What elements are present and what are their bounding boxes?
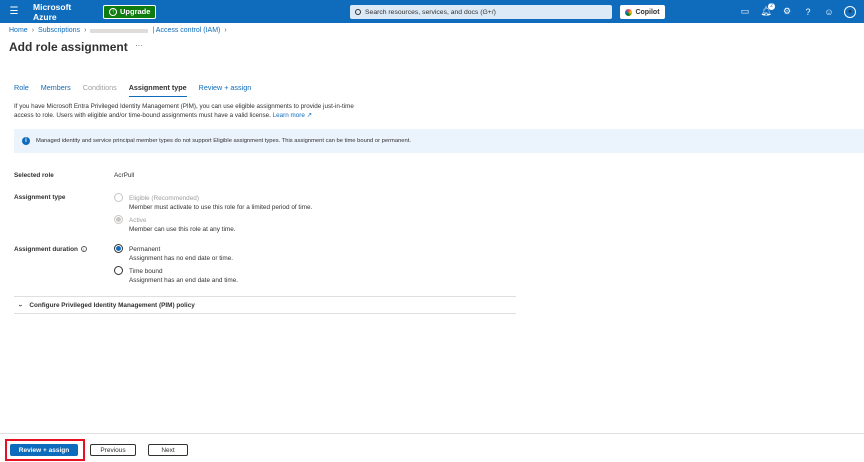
radio-permanent[interactable]	[114, 244, 123, 253]
review-assign-button[interactable]: Review + assign	[10, 444, 78, 456]
assignment-duration-label: Assignment duration i	[14, 246, 87, 253]
option-eligible-desc: Member must activate to use this role fo…	[129, 204, 313, 211]
brand-title[interactable]: Microsoft Azure	[33, 2, 95, 22]
search-input[interactable]: Search resources, services, and docs (G+…	[350, 5, 612, 19]
breadcrumb-home[interactable]: Home	[9, 27, 28, 34]
option-active-title: Active	[129, 217, 147, 224]
tab-review-assign[interactable]: Review + assign	[199, 83, 252, 97]
upgrade-label: Upgrade	[120, 7, 151, 16]
breadcrumb-separator: ›	[84, 27, 87, 34]
radio-active	[114, 215, 123, 224]
option-permanent[interactable]: Permanent Assignment has no end date or …	[114, 244, 234, 263]
breadcrumb: Home › Subscriptions › | Access control …	[9, 27, 227, 34]
help-icon[interactable]: ?	[802, 6, 814, 18]
breadcrumb-subscriptions[interactable]: Subscriptions	[38, 27, 80, 34]
previous-button[interactable]: Previous	[90, 444, 136, 456]
search-placeholder: Search resources, services, and docs (G+…	[365, 8, 496, 16]
option-eligible: Eligible (Recommended) Member must activ…	[114, 193, 313, 212]
copilot-label: Copilot	[635, 8, 660, 16]
info-circle-icon[interactable]: i	[80, 246, 87, 253]
search-icon	[355, 9, 361, 15]
tab-role[interactable]: Role	[14, 83, 29, 97]
more-options-icon[interactable]: ···	[135, 41, 143, 50]
breadcrumb-iam[interactable]: | Access control (IAM)	[152, 27, 220, 34]
info-banner: i Managed identity and service principal…	[14, 129, 864, 153]
menu-icon[interactable]: ☰	[3, 6, 25, 17]
selected-role-label: Selected role	[14, 172, 54, 179]
tab-members[interactable]: Members	[41, 83, 71, 97]
feedback-icon[interactable]: ☺	[823, 6, 835, 18]
intro-text: If you have Microsoft Entra Privileged I…	[14, 102, 359, 120]
pim-policy-section[interactable]: › Configure Privileged Identity Manageme…	[14, 296, 516, 314]
option-time-bound[interactable]: Time bound Assignment has an end date an…	[114, 266, 239, 285]
breadcrumb-separator: ›	[224, 27, 227, 34]
pim-policy-label: Configure Privileged Identity Management…	[29, 301, 195, 309]
top-icons: ▭ 🔔︎ 2 ⚙ ? ☺ ●	[739, 0, 856, 23]
notification-badge: 2	[768, 2, 775, 10]
next-button[interactable]: Next	[148, 444, 188, 456]
assignment-type-label: Assignment type	[14, 194, 66, 201]
page-title: Add role assignment	[9, 40, 128, 54]
gear-icon[interactable]: ⚙	[781, 6, 793, 18]
option-permanent-desc: Assignment has no end date or time.	[129, 255, 234, 262]
copilot-icon	[625, 8, 633, 16]
cloud-shell-icon[interactable]: ▭	[739, 6, 751, 18]
chevron-down-icon: ›	[16, 303, 24, 307]
option-active-desc: Member can use this role at any time.	[129, 226, 236, 233]
upgrade-button[interactable]: ↑ Upgrade	[103, 4, 157, 19]
info-icon: i	[22, 137, 30, 145]
radio-eligible	[114, 193, 123, 202]
radio-time-bound[interactable]	[114, 266, 123, 275]
notifications-icon[interactable]: 🔔︎ 2	[760, 2, 775, 18]
info-text: Managed identity and service principal m…	[36, 138, 411, 144]
redacted-subscription[interactable]	[90, 28, 149, 33]
option-time-bound-title: Time bound	[129, 268, 163, 275]
tab-assignment-type[interactable]: Assignment type	[128, 83, 187, 97]
learn-more-link[interactable]: Learn more ↗	[273, 112, 312, 119]
option-eligible-title: Eligible (Recommended)	[129, 195, 199, 202]
tab-conditions: Conditions	[82, 83, 117, 92]
option-time-bound-desc: Assignment has an end date and time.	[129, 277, 239, 284]
copilot-button[interactable]: Copilot	[620, 5, 665, 19]
tab-list: Role Members Conditions Assignment type …	[14, 83, 263, 97]
option-active: Active Member can use this role at any t…	[114, 215, 236, 234]
breadcrumb-separator: ›	[31, 27, 35, 34]
option-permanent-title: Permanent	[129, 246, 161, 253]
selected-role-value: AcrPull	[114, 172, 135, 179]
avatar[interactable]: ●	[844, 5, 856, 18]
upgrade-icon: ↑	[109, 7, 117, 16]
